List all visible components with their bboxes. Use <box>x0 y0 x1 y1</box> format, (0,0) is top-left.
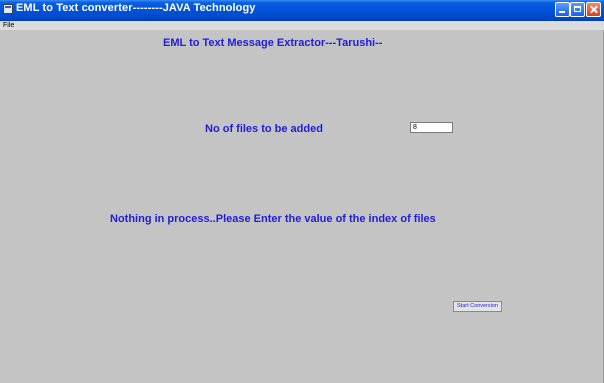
maximize-icon[interactable] <box>570 2 585 17</box>
page-title: EML to Text Message Extractor---Tarushi-… <box>163 37 383 49</box>
files-count-input[interactable] <box>410 122 453 133</box>
app-icon[interactable] <box>3 4 13 14</box>
window-title: EML to Text converter--------JAVA Techno… <box>16 2 256 14</box>
title-bar[interactable]: EML to Text converter--------JAVA Techno… <box>0 0 604 21</box>
status-message: Nothing in process..Please Enter the val… <box>110 213 436 225</box>
start-conversion-button[interactable]: Start Conversion <box>453 301 502 312</box>
menu-bar: File <box>0 21 604 30</box>
close-icon[interactable] <box>586 2 601 17</box>
app-window: EML to Text converter--------JAVA Techno… <box>0 0 604 383</box>
minimize-icon[interactable] <box>555 2 570 17</box>
files-count-label: No of files to be added <box>205 123 323 135</box>
menu-file[interactable]: File <box>3 21 14 30</box>
